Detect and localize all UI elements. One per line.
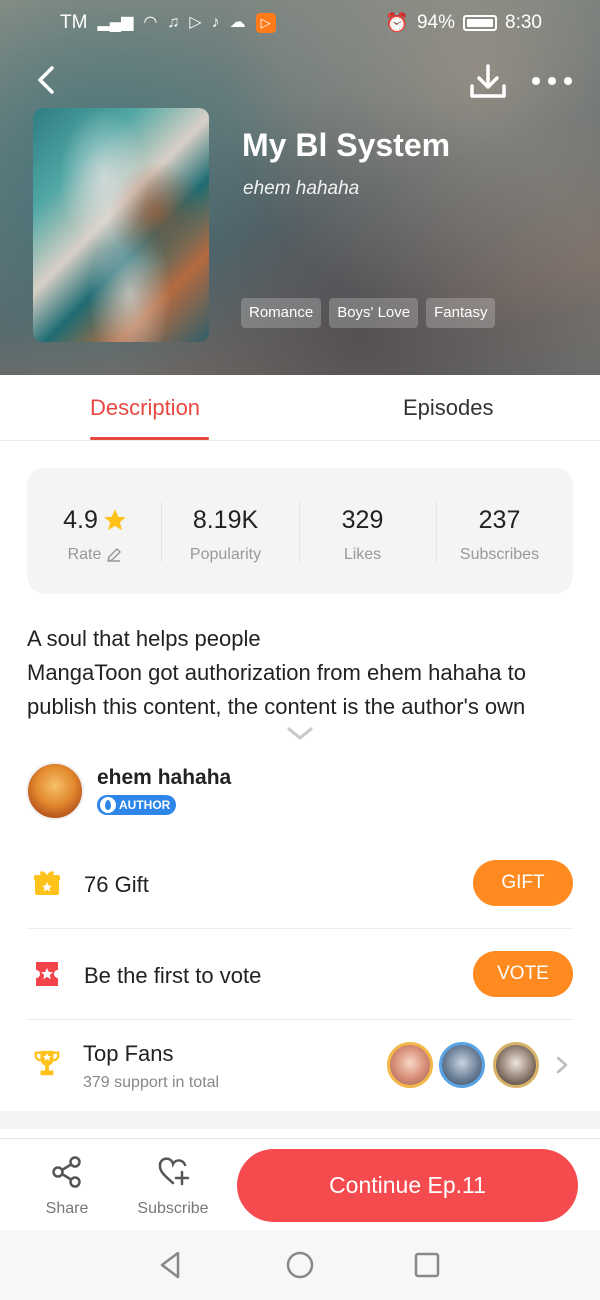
- drop-icon: [100, 797, 116, 813]
- system-nav-bar: [0, 1230, 600, 1300]
- likes-label: Likes: [343, 546, 382, 563]
- author-name[interactable]: ehem hahaha: [97, 766, 231, 790]
- status-left: TM ▂▄▆ ◠ ♫ ▷ ♪ ☁ ▷: [60, 12, 276, 34]
- more-dot: [532, 77, 540, 85]
- share-label: Share: [45, 1200, 89, 1217]
- fan-avatar-1[interactable]: [387, 1042, 433, 1088]
- subscribes-value: 237: [478, 505, 521, 534]
- share-button[interactable]: Share: [22, 1155, 112, 1218]
- gift-button[interactable]: GIFT: [473, 860, 573, 906]
- popularity-label: Popularity: [189, 546, 262, 563]
- rate-value: 4.9: [63, 505, 98, 534]
- description-line-2: MangaToon got authorization from ehem ha…: [27, 660, 526, 719]
- top-fans-subtitle: 379 support in total: [83, 1074, 220, 1091]
- nav-recent-apps-icon[interactable]: [412, 1250, 442, 1280]
- stat-subscribes: 237 Subscribes: [431, 504, 568, 564]
- edit-pencil-icon[interactable]: [105, 546, 123, 564]
- clock: 8:30: [505, 12, 542, 33]
- content-tabs: Description Episodes: [0, 375, 600, 441]
- wifi-icon: ◠: [143, 14, 158, 31]
- author-badge-label: AUTHOR: [119, 798, 171, 812]
- book-header: TM ▂▄▆ ◠ ♫ ▷ ♪ ☁ ▷ ⏰ 94% 8:30 My Bl Syst…: [0, 0, 600, 375]
- battery-percent: 94%: [416, 12, 456, 33]
- popularity-value: 8.19K: [192, 505, 259, 534]
- nav-back-icon[interactable]: [156, 1250, 186, 1280]
- tiktok-icon: ♪: [211, 14, 220, 31]
- stats-card: 4.9 Rate 8.19K Popularity 329 Likes 237 …: [27, 468, 573, 594]
- subscribes-label: Subscribes: [459, 546, 540, 563]
- description-line-1: A soul that helps people: [27, 626, 261, 651]
- section-divider: [0, 1111, 600, 1129]
- nav-home-icon[interactable]: [285, 1250, 315, 1280]
- top-fans-row[interactable]: Top Fans 379 support in total: [27, 1020, 573, 1111]
- star-icon: [104, 509, 126, 531]
- stat-popularity: 8.19K Popularity: [157, 504, 294, 564]
- download-icon[interactable]: [468, 62, 508, 102]
- tag-fantasy[interactable]: Fantasy: [426, 298, 496, 328]
- stat-likes: 329 Likes: [294, 504, 431, 564]
- more-options-icon[interactable]: [532, 70, 578, 92]
- chevron-right-icon: [556, 1056, 568, 1074]
- likes-value: 329: [341, 505, 384, 534]
- cloud-icon: ☁: [229, 14, 246, 31]
- fan-avatar-2[interactable]: [439, 1042, 485, 1088]
- book-author[interactable]: ehem hahaha: [243, 178, 359, 200]
- gift-row: 76 Gift GIFT: [27, 838, 573, 929]
- bottom-action-bar: Share Subscribe Continue Ep.11: [0, 1138, 600, 1230]
- tab-episodes[interactable]: Episodes: [403, 395, 494, 421]
- vote-row: Be the first to vote VOTE: [27, 929, 573, 1020]
- trophy-icon: [34, 1050, 60, 1076]
- music-icon: ♫: [167, 14, 180, 31]
- gift-count-label: 76 Gift: [84, 872, 149, 897]
- continue-reading-button[interactable]: Continue Ep.11: [237, 1149, 578, 1222]
- stat-rate[interactable]: 4.9 Rate: [27, 504, 164, 564]
- vote-button[interactable]: VOTE: [473, 951, 573, 997]
- signal-icon: ▂▄▆: [97, 14, 134, 31]
- tag-boys-love[interactable]: Boys' Love: [329, 298, 419, 328]
- expand-chevron-icon[interactable]: [286, 726, 314, 742]
- book-cover-image[interactable]: [33, 108, 209, 342]
- author-avatar[interactable]: [26, 762, 84, 820]
- fan-avatar-3[interactable]: [493, 1042, 539, 1088]
- more-dot: [564, 77, 572, 85]
- battery-icon: [463, 15, 498, 31]
- active-tab-indicator: [90, 437, 209, 440]
- tag-romance[interactable]: Romance: [241, 298, 322, 328]
- subscribe-button[interactable]: Subscribe: [128, 1155, 218, 1218]
- play-icon: ▷: [189, 14, 202, 31]
- status-bar: TM ▂▄▆ ◠ ♫ ▷ ♪ ☁ ▷ ⏰ 94% 8:30: [0, 0, 600, 46]
- genre-tags: Romance Boys' Love Fantasy: [241, 298, 496, 328]
- top-fans-title: Top Fans: [83, 1041, 174, 1066]
- author-badge: AUTHOR: [97, 795, 177, 815]
- rate-label: Rate: [67, 546, 102, 563]
- vote-ticket-icon: [36, 962, 58, 986]
- vote-label: Be the first to vote: [84, 963, 262, 988]
- more-dot: [548, 77, 556, 85]
- tab-description[interactable]: Description: [90, 395, 200, 421]
- carrier-label: TM: [60, 12, 88, 33]
- back-icon[interactable]: [30, 62, 66, 98]
- status-right: ⏰ 94% 8:30: [385, 11, 542, 35]
- app-notification-icon: ▷: [255, 13, 276, 33]
- heart-plus-icon: [158, 1157, 190, 1186]
- subscribe-label: Subscribe: [137, 1200, 209, 1217]
- gift-icon: [34, 871, 60, 895]
- share-icon: [52, 1156, 81, 1188]
- book-title: My Bl System: [242, 127, 451, 163]
- alarm-icon: ⏰: [385, 13, 409, 34]
- description-text[interactable]: A soul that helps people MangaToon got a…: [27, 622, 573, 724]
